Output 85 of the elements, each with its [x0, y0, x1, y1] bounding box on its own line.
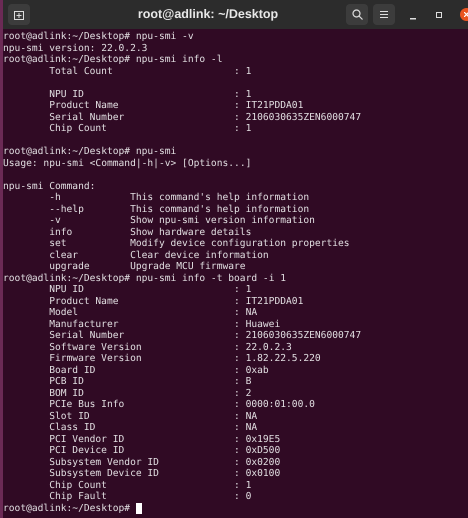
field-value: : 2106030635ZEN6000747 — [234, 112, 362, 123]
option-name: set — [49, 238, 67, 249]
option-name: -h — [49, 192, 61, 203]
shell-prompt: root@adlink:~/Desktop# — [3, 31, 130, 42]
field-label: Class ID — [49, 422, 96, 434]
field-value: : 1 — [234, 88, 252, 100]
field-label: Chip Count — [49, 480, 108, 491]
maximize-button[interactable] — [435, 10, 443, 20]
field-value: : 2106030635ZEN6000747 — [234, 330, 362, 342]
field-label: PCI Vendor ID — [49, 434, 126, 445]
field-label: Serial Number — [49, 112, 126, 123]
output-text: npu-smi Command: — [3, 180, 96, 192]
field-label: Manufacturer — [49, 318, 120, 330]
field-label: NPU ID — [49, 284, 85, 296]
field-value: : 0xab — [234, 364, 269, 376]
option-description: Clear device information — [130, 250, 269, 261]
field-value: : 1 — [234, 480, 252, 491]
field-value: : 22.0.2.3 — [234, 342, 292, 353]
field-label: PCB ID — [49, 376, 85, 388]
field-value: : B — [234, 376, 252, 388]
option-name: -v — [49, 215, 61, 226]
shell-prompt: root@adlink:~/Desktop# — [3, 54, 130, 66]
field-value: : 0000:01:00.0 — [234, 399, 315, 410]
field-value: : 0x19E5 — [234, 434, 280, 445]
field-label: Chip Count — [49, 123, 108, 134]
field-label: Product Name — [49, 100, 120, 112]
field-label: Slot ID — [49, 410, 91, 422]
option-description: This command's help information — [130, 204, 310, 215]
minimize-icon — [410, 18, 416, 20]
search-button[interactable] — [346, 4, 368, 25]
command-text: npu-smi -v — [136, 31, 194, 42]
option-description: Show hardware details — [130, 226, 252, 238]
field-label: Software Version — [49, 342, 143, 353]
field-label: BOM ID — [49, 388, 85, 399]
field-value: : 1 — [234, 284, 252, 296]
field-value: : NA — [234, 422, 258, 434]
option-description: Modify device configuration properties — [130, 238, 350, 250]
maximize-icon — [436, 12, 442, 18]
option-name: info — [49, 226, 72, 238]
command-text: npu-smi info -t board -i 1 — [136, 272, 286, 284]
field-label: Product Name — [49, 296, 120, 307]
field-value: : 1.82.22.5.220 — [234, 353, 321, 364]
command-text: npu-smi — [136, 146, 176, 158]
field-label: PCIe Bus Info — [49, 399, 126, 410]
close-icon — [464, 12, 468, 17]
field-value: : IT21PDDA01 — [234, 100, 304, 112]
field-value: : NA — [234, 410, 258, 422]
field-label: PCI Device ID — [49, 445, 126, 456]
field-label: NPU ID — [49, 88, 85, 100]
menu-button[interactable] — [373, 4, 395, 25]
window-title: root@adlink: ~/Desktop — [138, 6, 278, 24]
field-value: : 2 — [234, 388, 252, 399]
output-text: npu-smi version: 22.0.2.3 — [3, 42, 148, 54]
field-label: Subsystem Device ID — [49, 468, 160, 480]
command-text: npu-smi info -l — [136, 54, 222, 66]
new-tab-button[interactable] — [8, 4, 30, 25]
option-description: Upgrade MCU firmware — [130, 261, 246, 272]
option-description: This command's help information — [130, 192, 310, 204]
field-value: : 1 — [234, 66, 252, 77]
field-label: Firmware Version — [49, 353, 143, 364]
field-value: : IT21PDDA01 — [234, 296, 304, 307]
search-icon — [352, 9, 362, 20]
shell-prompt: root@adlink:~/Desktop# — [3, 272, 130, 284]
field-value: : 0x0100 — [234, 468, 280, 480]
field-label: Subsystem Vendor ID — [49, 456, 160, 468]
field-label: Model — [49, 307, 80, 318]
field-value: : 0x0200 — [234, 456, 280, 468]
field-label: Serial Number — [49, 330, 126, 342]
field-value: : Huawei — [234, 318, 280, 330]
option-description: Show npu-smi version information — [130, 215, 315, 226]
field-value: : 0xD500 — [234, 445, 280, 456]
new-tab-icon — [14, 10, 24, 20]
shell-prompt: root@adlink:~/Desktop# — [3, 502, 130, 514]
field-value: : 1 — [234, 123, 252, 134]
option-name: upgrade — [49, 261, 90, 272]
output-text: Usage: npu-smi <Command|-h|-v> [Options...] — [3, 158, 252, 169]
field-value: : 0 — [234, 491, 252, 502]
field-label: Total Count — [49, 66, 114, 77]
field-value: : NA — [234, 307, 258, 318]
option-name: clear — [49, 250, 78, 260]
menu-icon — [380, 11, 388, 18]
field-label: Board ID — [49, 364, 96, 376]
shell-prompt: root@adlink:~/Desktop# — [3, 146, 130, 158]
field-label: Chip Fault — [49, 491, 108, 502]
option-name: --help — [49, 204, 84, 214]
